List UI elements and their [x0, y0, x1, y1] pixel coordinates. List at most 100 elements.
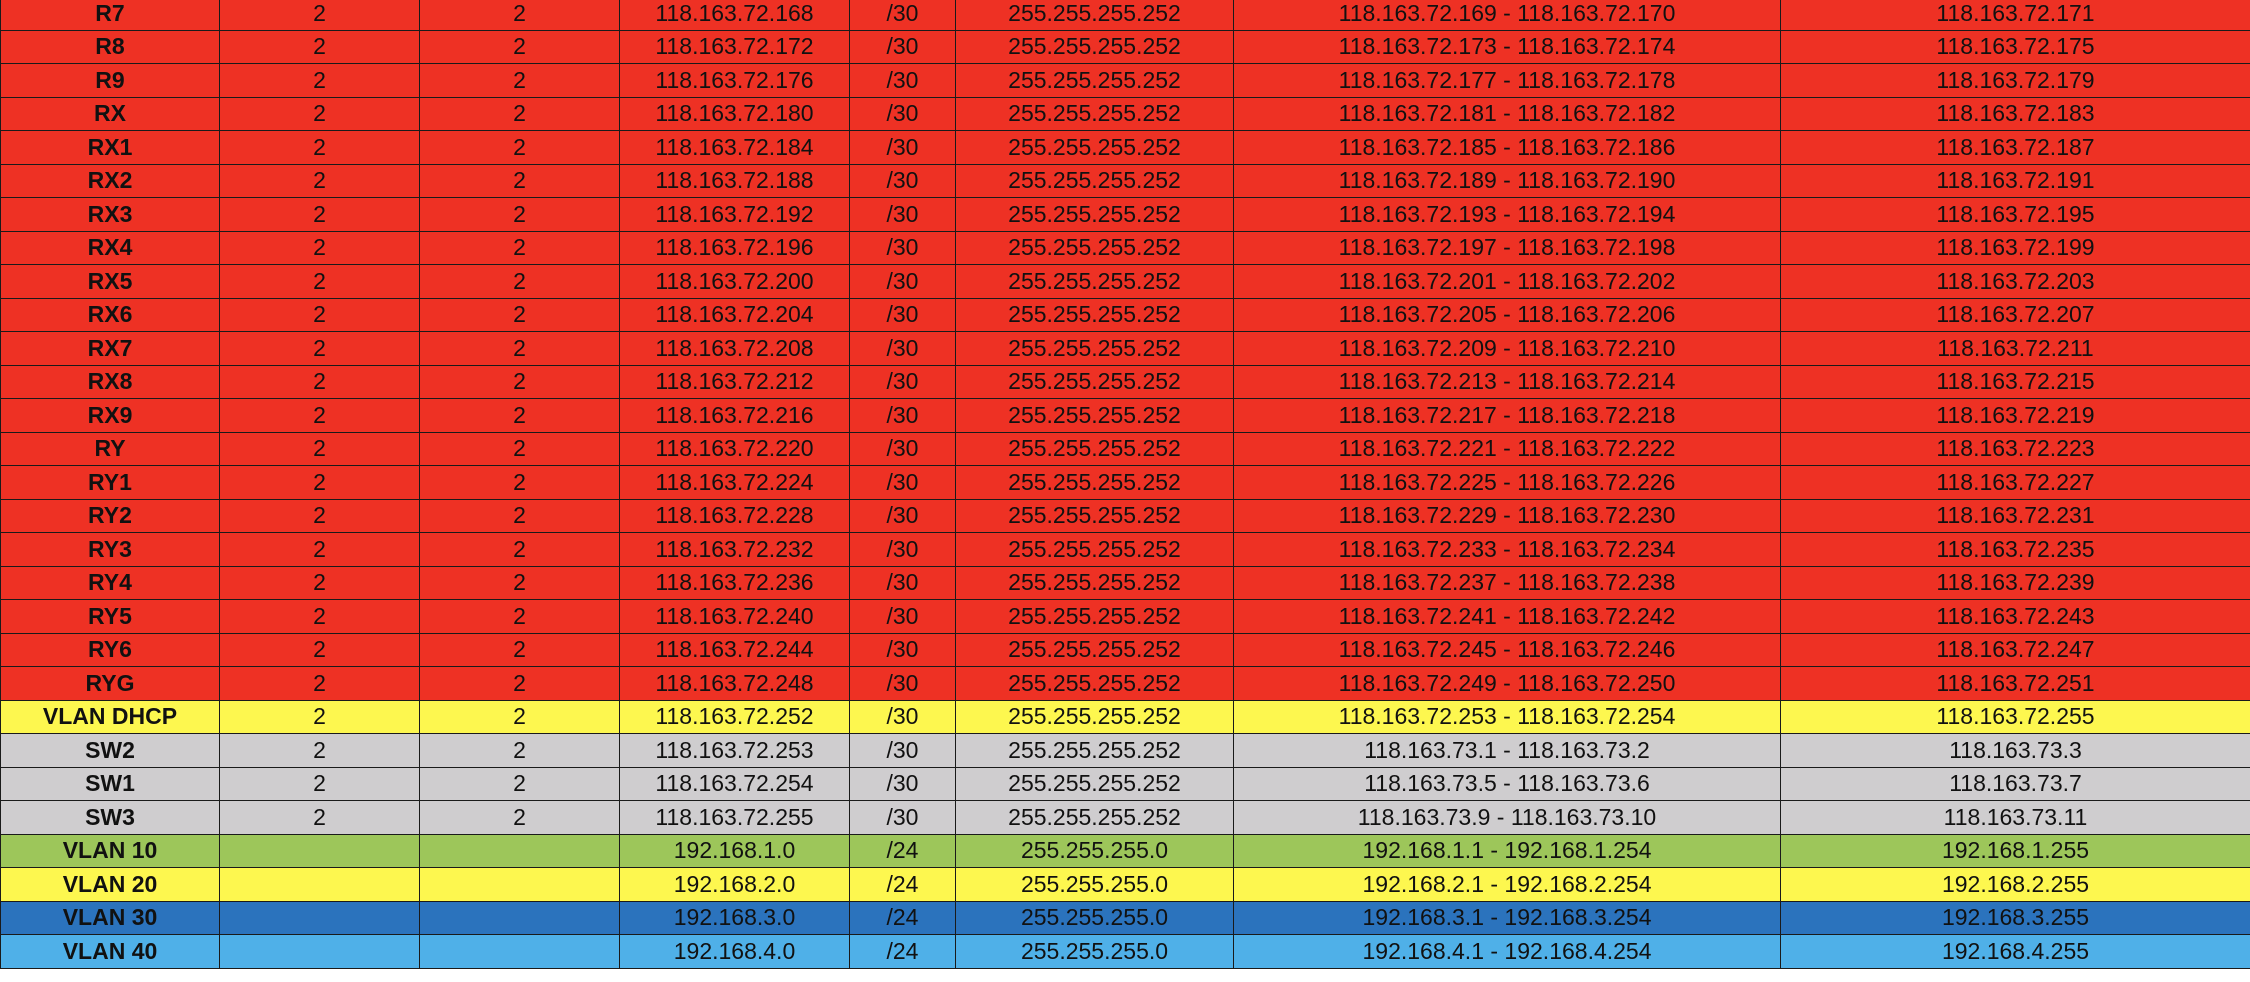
cell-name[interactable]: VLAN 40 — [0, 934, 220, 969]
cell-count-b[interactable]: 2 — [419, 666, 620, 701]
cell-cidr[interactable]: /30 — [849, 733, 956, 768]
cell-name[interactable]: SW2 — [0, 733, 220, 768]
cell-broadcast-address[interactable]: 118.163.72.191 — [1780, 163, 2250, 198]
cell-network-address[interactable]: 118.163.72.204 — [619, 297, 850, 332]
cell-broadcast-address[interactable]: 118.163.72.215 — [1780, 364, 2250, 399]
cell-cidr[interactable]: /30 — [849, 331, 956, 366]
cell-host-range[interactable]: 118.163.72.213 - 118.163.72.214 — [1233, 364, 1781, 399]
cell-count-a[interactable]: 2 — [219, 666, 420, 701]
cell-name[interactable]: RX7 — [0, 331, 220, 366]
cell-count-a[interactable]: 2 — [219, 331, 420, 366]
cell-host-range[interactable]: 118.163.73.1 - 118.163.73.2 — [1233, 733, 1781, 768]
cell-broadcast-address[interactable]: 118.163.72.207 — [1780, 297, 2250, 332]
cell-name[interactable]: RY5 — [0, 599, 220, 634]
cell-network-address[interactable]: 192.168.2.0 — [619, 867, 850, 902]
cell-broadcast-address[interactable]: 192.168.3.255 — [1780, 900, 2250, 935]
cell-name[interactable]: RY6 — [0, 632, 220, 667]
cell-count-a[interactable]: 2 — [219, 297, 420, 332]
cell-count-b[interactable]: 2 — [419, 498, 620, 533]
cell-network-address[interactable]: 118.163.72.255 — [619, 800, 850, 835]
cell-host-range[interactable]: 118.163.72.229 - 118.163.72.230 — [1233, 498, 1781, 533]
cell-count-b[interactable]: 2 — [419, 0, 620, 31]
cell-count-a[interactable]: 2 — [219, 364, 420, 399]
cell-subnet-mask[interactable]: 255.255.255.252 — [955, 632, 1234, 667]
cell-subnet-mask[interactable]: 255.255.255.252 — [955, 264, 1234, 299]
cell-count-a[interactable]: 2 — [219, 197, 420, 232]
cell-broadcast-address[interactable]: 118.163.72.175 — [1780, 29, 2250, 64]
cell-broadcast-address[interactable]: 118.163.72.243 — [1780, 599, 2250, 634]
cell-network-address[interactable]: 118.163.72.212 — [619, 364, 850, 399]
cell-cidr[interactable]: /30 — [849, 532, 956, 567]
cell-count-a[interactable]: 2 — [219, 498, 420, 533]
cell-count-a[interactable]: 2 — [219, 465, 420, 500]
cell-subnet-mask[interactable]: 255.255.255.252 — [955, 699, 1234, 734]
cell-cidr[interactable]: /30 — [849, 364, 956, 399]
cell-count-a[interactable]: 2 — [219, 599, 420, 634]
cell-subnet-mask[interactable]: 255.255.255.252 — [955, 431, 1234, 466]
cell-network-address[interactable]: 192.168.3.0 — [619, 900, 850, 935]
cell-cidr[interactable]: /30 — [849, 130, 956, 165]
cell-cidr[interactable]: /30 — [849, 29, 956, 64]
cell-cidr[interactable]: /30 — [849, 398, 956, 433]
cell-subnet-mask[interactable]: 255.255.255.0 — [955, 833, 1234, 868]
cell-cidr[interactable]: /30 — [849, 264, 956, 299]
cell-name[interactable]: SW3 — [0, 800, 220, 835]
cell-subnet-mask[interactable]: 255.255.255.252 — [955, 398, 1234, 433]
cell-count-b[interactable]: 2 — [419, 163, 620, 198]
cell-subnet-mask[interactable]: 255.255.255.252 — [955, 800, 1234, 835]
cell-subnet-mask[interactable]: 255.255.255.252 — [955, 465, 1234, 500]
cell-network-address[interactable]: 118.163.72.254 — [619, 766, 850, 801]
cell-count-b[interactable] — [419, 833, 620, 868]
cell-network-address[interactable]: 118.163.72.184 — [619, 130, 850, 165]
cell-count-b[interactable]: 2 — [419, 63, 620, 98]
cell-count-b[interactable]: 2 — [419, 699, 620, 734]
cell-broadcast-address[interactable]: 118.163.72.231 — [1780, 498, 2250, 533]
cell-broadcast-address[interactable]: 118.163.72.239 — [1780, 565, 2250, 600]
cell-name[interactable]: RX3 — [0, 197, 220, 232]
cell-subnet-mask[interactable]: 255.255.255.252 — [955, 532, 1234, 567]
cell-name[interactable]: RY1 — [0, 465, 220, 500]
cell-broadcast-address[interactable]: 118.163.72.219 — [1780, 398, 2250, 433]
cell-host-range[interactable]: 118.163.72.249 - 118.163.72.250 — [1233, 666, 1781, 701]
cell-subnet-mask[interactable]: 255.255.255.252 — [955, 331, 1234, 366]
cell-host-range[interactable]: 118.163.72.189 - 118.163.72.190 — [1233, 163, 1781, 198]
cell-cidr[interactable]: /30 — [849, 163, 956, 198]
cell-count-a[interactable]: 2 — [219, 565, 420, 600]
cell-name[interactable]: VLAN 10 — [0, 833, 220, 868]
cell-cidr[interactable]: /30 — [849, 96, 956, 131]
cell-subnet-mask[interactable]: 255.255.255.252 — [955, 666, 1234, 701]
cell-broadcast-address[interactable]: 118.163.72.187 — [1780, 130, 2250, 165]
cell-subnet-mask[interactable]: 255.255.255.252 — [955, 766, 1234, 801]
cell-host-range[interactable]: 192.168.2.1 - 192.168.2.254 — [1233, 867, 1781, 902]
cell-broadcast-address[interactable]: 118.163.72.223 — [1780, 431, 2250, 466]
cell-network-address[interactable]: 192.168.4.0 — [619, 934, 850, 969]
cell-subnet-mask[interactable]: 255.255.255.252 — [955, 498, 1234, 533]
cell-name[interactable]: SW1 — [0, 766, 220, 801]
cell-count-b[interactable]: 2 — [419, 532, 620, 567]
cell-broadcast-address[interactable]: 118.163.72.199 — [1780, 230, 2250, 265]
cell-count-b[interactable]: 2 — [419, 331, 620, 366]
cell-network-address[interactable]: 118.163.72.252 — [619, 699, 850, 734]
cell-subnet-mask[interactable]: 255.255.255.252 — [955, 0, 1234, 31]
cell-name[interactable]: RX8 — [0, 364, 220, 399]
cell-count-b[interactable]: 2 — [419, 197, 620, 232]
cell-cidr[interactable]: /30 — [849, 632, 956, 667]
cell-host-range[interactable]: 118.163.72.221 - 118.163.72.222 — [1233, 431, 1781, 466]
cell-broadcast-address[interactable]: 118.163.72.183 — [1780, 96, 2250, 131]
cell-subnet-mask[interactable]: 255.255.255.252 — [955, 599, 1234, 634]
cell-count-b[interactable]: 2 — [419, 96, 620, 131]
cell-count-a[interactable]: 2 — [219, 733, 420, 768]
cell-host-range[interactable]: 118.163.73.9 - 118.163.73.10 — [1233, 800, 1781, 835]
cell-broadcast-address[interactable]: 118.163.73.11 — [1780, 800, 2250, 835]
cell-name[interactable]: RX9 — [0, 398, 220, 433]
cell-count-b[interactable]: 2 — [419, 465, 620, 500]
cell-count-a[interactable]: 2 — [219, 431, 420, 466]
cell-count-b[interactable]: 2 — [419, 29, 620, 64]
cell-count-b[interactable]: 2 — [419, 431, 620, 466]
cell-broadcast-address[interactable]: 118.163.72.235 — [1780, 532, 2250, 567]
cell-name[interactable]: RX6 — [0, 297, 220, 332]
cell-count-b[interactable]: 2 — [419, 800, 620, 835]
cell-host-range[interactable]: 118.163.72.177 - 118.163.72.178 — [1233, 63, 1781, 98]
cell-host-range[interactable]: 118.163.72.225 - 118.163.72.226 — [1233, 465, 1781, 500]
cell-host-range[interactable]: 118.163.72.181 - 118.163.72.182 — [1233, 96, 1781, 131]
